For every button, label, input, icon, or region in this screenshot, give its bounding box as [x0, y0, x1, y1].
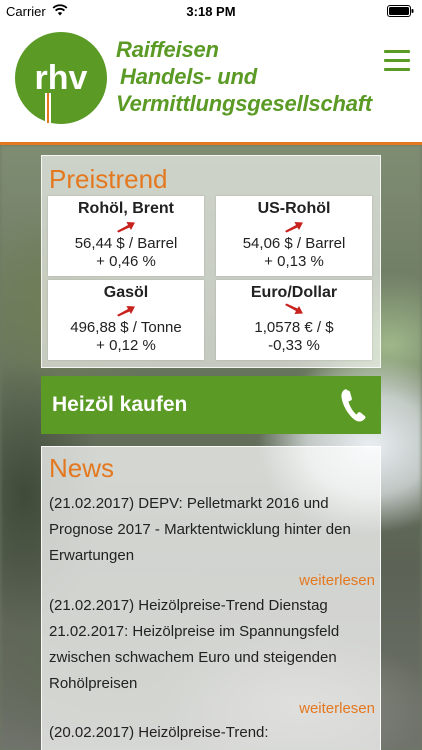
tile-value: 1,0578 € / $ [254, 319, 334, 336]
preistrend-card: Preistrend Rohöl, Brent 56,44 $ / Barrel… [41, 155, 381, 368]
arrow-up-right-icon [117, 222, 135, 233]
rhv-logo: rhv [15, 32, 107, 124]
tile-name: US-Rohöl [257, 200, 331, 217]
news-item-text: (21.02.2017) DEPV: Pelletmarkt 2016 und … [49, 495, 351, 564]
arrow-up-right-icon [285, 222, 303, 233]
tile-change: -0,33 % [268, 337, 320, 354]
tile-name: Rohöl, Brent [78, 200, 174, 217]
news-card: News (21.02.2017) DEPV: Pelletmarkt 2016… [41, 446, 381, 750]
tile-change: + 0,13 % [264, 253, 324, 270]
tile-change: + 0,12 % [96, 337, 156, 354]
clock: 3:18 PM [186, 4, 236, 19]
news-item[interactable]: (21.02.2017) DEPV: Pelletmarkt 2016 und … [49, 491, 375, 593]
read-more-link[interactable]: weiterlesen [49, 697, 375, 721]
tile-value: 496,88 $ / Tonne [70, 319, 182, 336]
arrow-up-right-icon [117, 306, 135, 317]
tile-name: Gasöl [103, 284, 149, 301]
header-divider [0, 142, 422, 145]
buy-button-label: Heizöl kaufen [52, 393, 188, 416]
preistrend-title: Preistrend [49, 164, 168, 194]
svg-text:rhv: rhv [35, 59, 88, 97]
news-item-text: (20.02.2017) Heizölpreise-Trend: [49, 724, 269, 741]
tile-name: Euro/Dollar [250, 284, 338, 301]
price-tile-euro-dollar[interactable]: Euro/Dollar 1,0578 € / $ -0,33 % [216, 280, 372, 360]
company-name: Raiffeisen Handels- und Vermittlungsgese… [116, 36, 406, 117]
news-item-text: (21.02.2017) Heizölpreise-Trend Dienstag… [49, 597, 340, 692]
tile-change: + 0,46 % [96, 253, 156, 270]
app-header: rhv Raiffeisen Handels- und Vermittlungs… [0, 22, 422, 142]
news-item[interactable]: (21.02.2017) Heizölpreise-Trend Dienstag… [49, 593, 375, 721]
price-tile-us-oil[interactable]: US-Rohöl 54,06 $ / Barrel + 0,13 % [216, 196, 372, 276]
news-title: News [49, 453, 115, 483]
phone-icon [341, 389, 366, 422]
price-tile-brent[interactable]: Rohöl, Brent 56,44 $ / Barrel + 0,46 % [48, 196, 204, 276]
company-name-line1: Raiffeisen [116, 37, 219, 62]
company-name-line3: Vermittlungsgesellschaft [116, 91, 373, 116]
tile-value: 54,06 $ / Barrel [242, 235, 346, 252]
hamburger-menu-icon[interactable] [384, 50, 412, 74]
status-bar: Carrier 3:18 PM [0, 0, 422, 22]
company-name-line2: Handels- und [120, 64, 257, 89]
heizoel-kaufen-button[interactable]: Heizöl kaufen [41, 376, 381, 434]
battery-icon [387, 5, 414, 17]
tile-value: 56,44 $ / Barrel [74, 235, 178, 252]
price-tile-gasoil[interactable]: Gasöl 496,88 $ / Tonne + 0,12 % [48, 280, 204, 360]
read-more-link[interactable]: weiterlesen [49, 569, 375, 593]
arrow-down-right-icon [285, 303, 303, 314]
news-item[interactable]: (20.02.2017) Heizölpreise-Trend: [49, 720, 375, 746]
